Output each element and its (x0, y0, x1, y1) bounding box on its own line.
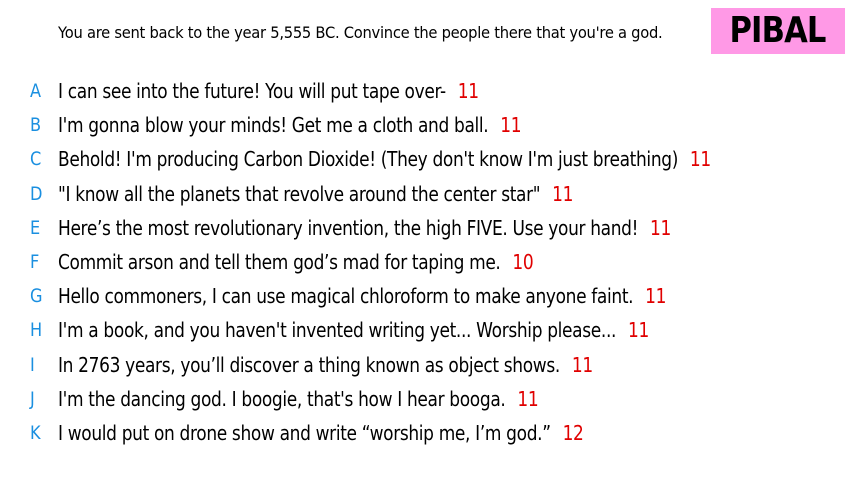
answer-score: 11 (571, 352, 593, 377)
answer-score: 11 (650, 215, 671, 240)
answer-score: 11 (627, 318, 649, 343)
answer-text: I can see into the future! You will put … (58, 79, 446, 104)
answer-score: 11 (689, 147, 711, 172)
answer-text: Behold! I'm producing Carbon Dioxide! (T… (58, 147, 678, 172)
answer-letter: K (30, 421, 41, 444)
answer-letter: I (30, 353, 35, 376)
answer-text: I'm gonna blow your minds! Get me a clot… (58, 113, 489, 138)
answer-score: 11 (500, 113, 522, 138)
answer-text: Commit arson and tell them god’s mad for… (58, 250, 501, 275)
answer-row-g: G Hello commoners, I can use magical chl… (30, 279, 826, 313)
prompt-text: You are sent back to the year 5,555 BC. … (58, 23, 663, 42)
answer-row-e: E Here’s the most revolutionary inventio… (30, 211, 826, 245)
answer-text: I'm a book, and you haven't invented wri… (58, 318, 617, 343)
answer-row-a: A I can see into the future! You will pu… (30, 74, 826, 108)
answer-text: I'm the dancing god. I boogie, that's ho… (58, 386, 506, 411)
answer-letter: B (30, 114, 42, 137)
answer-letter: D (30, 182, 43, 205)
answer-row-h: H I'm a book, and you haven't invented w… (30, 313, 826, 347)
answer-text: I would put on drone show and write “wor… (58, 420, 551, 445)
answer-score: 11 (517, 386, 539, 411)
answer-score: 11 (457, 79, 479, 104)
player-name-badge: PIBAL (711, 8, 845, 54)
answer-row-d: D "I know all the planets that revolve a… (30, 177, 826, 211)
answer-letter: G (30, 285, 43, 308)
answer-letter: H (30, 319, 43, 342)
answer-row-k: K I would put on drone show and write “w… (30, 416, 826, 450)
answer-text: Hello commoners, I can use magical chlor… (58, 284, 634, 309)
answer-row-f: F Commit arson and tell them god’s mad f… (30, 245, 826, 279)
answer-score: 12 (562, 420, 584, 445)
answer-letter: E (30, 216, 41, 239)
answer-list: A I can see into the future! You will pu… (30, 74, 826, 450)
answer-row-j: J I'm the dancing god. I boogie, that's … (30, 382, 826, 416)
player-name: PIBAL (729, 10, 827, 51)
answer-text: "I know all the planets that revolve aro… (58, 181, 541, 206)
answer-letter: F (30, 251, 40, 274)
answer-letter: A (30, 80, 42, 103)
answer-score: 10 (512, 250, 534, 275)
answer-row-b: B I'm gonna blow your minds! Get me a cl… (30, 108, 826, 142)
answer-row-i: I In 2763 years, you’ll discover a thing… (30, 348, 826, 382)
answer-score: 11 (552, 181, 574, 206)
answer-letter: C (30, 148, 42, 171)
answer-text: Here’s the most revolutionary invention,… (58, 215, 639, 240)
answer-row-c: C Behold! I'm producing Carbon Dioxide! … (30, 142, 826, 176)
answer-text: In 2763 years, you’ll discover a thing k… (58, 352, 560, 377)
answer-score: 11 (645, 284, 667, 309)
answer-letter: J (30, 387, 35, 410)
